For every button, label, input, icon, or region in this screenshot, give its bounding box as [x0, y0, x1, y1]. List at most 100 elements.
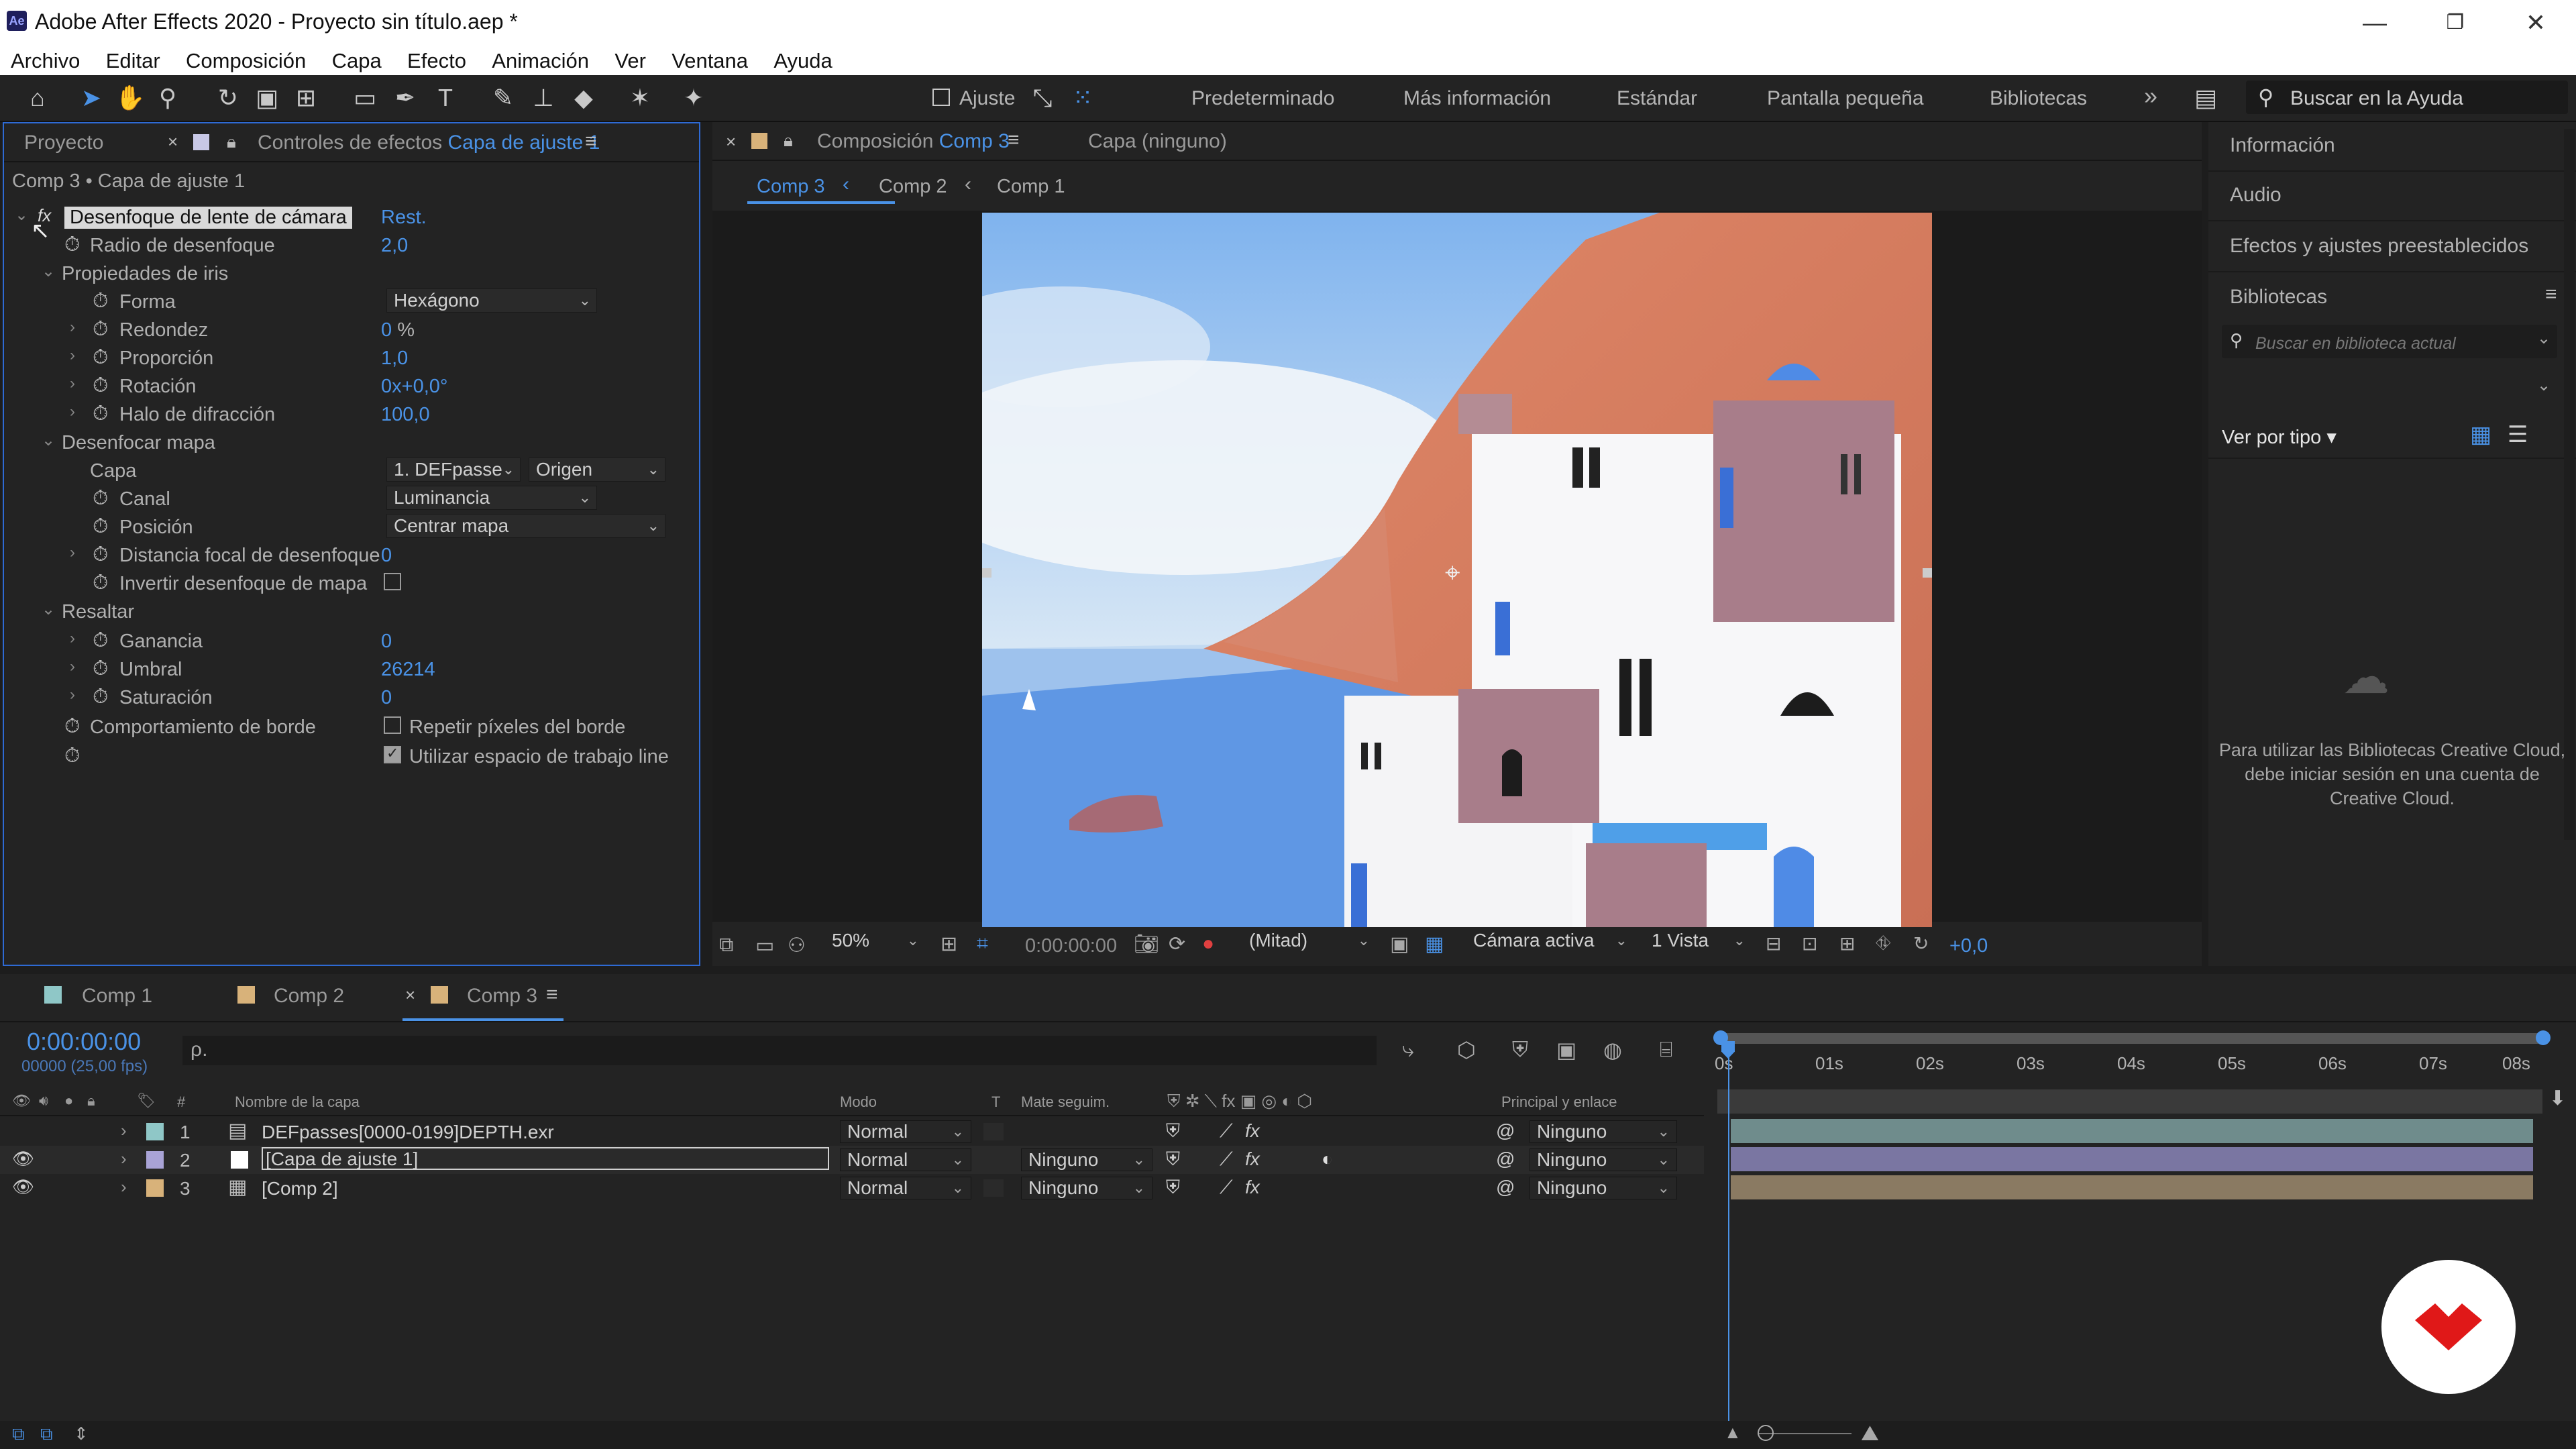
views-dropdown[interactable]: 1 Vista ⌄ — [1645, 930, 1752, 953]
eye-icon[interactable]: 👁︎ — [12, 1148, 34, 1169]
stretch-toggle-icon[interactable]: ⇕ — [74, 1424, 89, 1444]
type-tool-icon[interactable]: T — [429, 82, 462, 114]
quality-icon[interactable]: ⟋ — [1220, 1177, 1233, 1199]
chevron-down-icon[interactable]: ⌄ — [2537, 329, 2551, 348]
invertir-checkbox[interactable] — [384, 573, 401, 590]
capa-dropdown[interactable]: 1. DEFpasse ⌄ — [386, 458, 521, 482]
stopwatch-icon[interactable]: ⏱ — [93, 402, 108, 425]
prop-resaltar-row[interactable]: ⌄ Resaltar — [4, 597, 675, 625]
selection-tool-icon[interactable]: ➤ — [75, 82, 107, 114]
color-channels-icon[interactable]: ● — [1202, 932, 1214, 955]
preserve-transparency-toggle[interactable] — [983, 1151, 1004, 1169]
panel-menu-icon[interactable]: ≡ — [1008, 129, 1020, 152]
workspace-mas-informacion[interactable]: Más información — [1403, 87, 1551, 110]
solo-icon[interactable]: ● — [64, 1092, 73, 1110]
panel-menu-icon[interactable]: ≡ — [585, 130, 597, 153]
time-ruler[interactable]: 0s 01s 02s 03s 04s 05s 06s 07s 08s — [1715, 974, 2549, 1088]
capa-source-dropdown[interactable]: Origen ⌄ — [529, 458, 665, 482]
pickwhip-icon[interactable]: @ — [1496, 1148, 1515, 1170]
shy-layers-icon[interactable]: ⛨ — [1512, 1037, 1528, 1063]
pen-tool-icon[interactable]: ✒ — [389, 82, 421, 114]
transform-handle[interactable] — [1923, 568, 1932, 578]
tab-comp1[interactable]: Comp 1 — [82, 985, 152, 1008]
mode-dropdown[interactable]: Normal ⌄ — [840, 1120, 971, 1143]
panel-efectos[interactable]: Efectos y ajustes preestablecidos — [2208, 223, 2576, 272]
transparency-grid-icon[interactable]: ▦ — [1425, 932, 1444, 956]
effect-header-row[interactable]: ⌄ fx Desenfoque de lente de cámara Rest. — [4, 203, 675, 231]
stopwatch-icon[interactable]: ⏱ — [93, 318, 108, 341]
forma-dropdown[interactable]: Hexágono ⌄ — [386, 288, 597, 313]
lock-icon[interactable]: 🔒︎ — [87, 1092, 95, 1110]
shy-icon[interactable]: ⛨ — [1166, 1177, 1180, 1199]
view-by-dropdown[interactable]: Ver por tipo ▾ — [2222, 425, 2337, 449]
expand-chevron-icon[interactable]: › — [70, 402, 75, 421]
tab-comp2[interactable]: Comp 2 — [274, 985, 344, 1008]
parent-dropdown[interactable]: Ninguno ⌄ — [1529, 1120, 1677, 1143]
timeline-timecode[interactable]: 0:00:00:00 — [27, 1028, 141, 1056]
adjustment-switch-icon[interactable]: ◐ — [1322, 1148, 1333, 1170]
expand-chevron-icon[interactable]: › — [121, 1177, 127, 1197]
proporcion-value[interactable]: 1,0 — [381, 347, 408, 370]
saturacion-value[interactable]: 0 — [381, 687, 392, 709]
layer-row-1[interactable]: › 1 ▤ DEFpasses[0000-0199]DEPTH.exr Norm… — [0, 1118, 1704, 1146]
workspace-predeterminado[interactable]: Predeterminado — [1191, 87, 1334, 110]
prop-iris-row[interactable]: ⌄ Propiedades de iris — [4, 259, 675, 287]
menu-composicion[interactable]: Composición — [186, 47, 306, 75]
panel-audio[interactable]: Audio — [2208, 172, 2576, 221]
expand-chevron-icon[interactable]: › — [70, 318, 75, 337]
stopwatch-icon[interactable]: ⏱ — [93, 515, 108, 538]
toggle-pixel-aspect-icon[interactable]: ⊟ — [1766, 932, 1781, 955]
shy-icon[interactable]: ⛨ — [1166, 1148, 1180, 1171]
workspace-pantalla-pequena[interactable]: Pantalla pequeña — [1767, 87, 1924, 110]
help-search-field[interactable]: ⚲ Buscar en la Ayuda — [2246, 80, 2568, 114]
graph-editor-icon[interactable]: ⌸ — [1660, 1037, 1672, 1063]
rectangle-tool-icon[interactable]: ▭ — [349, 82, 381, 114]
matte-dropdown[interactable]: Ninguno ⌄ — [1021, 1148, 1152, 1171]
quality-icon[interactable]: ⟋ — [1220, 1148, 1233, 1171]
parent-dropdown[interactable]: Ninguno ⌄ — [1529, 1177, 1677, 1199]
library-select[interactable]: ⌄ — [2222, 374, 2557, 401]
pan-behind-tool-icon[interactable]: ⊞ — [290, 82, 322, 114]
matte-dropdown[interactable]: Ninguno ⌄ — [1021, 1177, 1152, 1199]
modes-toggle-icon[interactable]: ⧉ — [40, 1424, 53, 1445]
stopwatch-icon[interactable]: ⏱ — [93, 543, 108, 566]
layer-bar-1[interactable] — [1731, 1119, 2533, 1143]
anchor-point-icon[interactable]: ⌖ — [1445, 558, 1460, 588]
stopwatch-icon[interactable]: ⏱ — [93, 487, 108, 510]
redondez-value[interactable]: 0 % — [381, 319, 415, 341]
pickwhip-icon[interactable]: @ — [1496, 1120, 1515, 1142]
panel-menu-icon[interactable]: ≡ — [2545, 283, 2557, 306]
fx-switch-icon[interactable]: fx — [1245, 1148, 1260, 1170]
eraser-tool-icon[interactable]: ◆ — [568, 82, 600, 114]
rotacion-value[interactable]: 0x+0,0° — [381, 376, 448, 398]
menu-editar[interactable]: Editar — [106, 47, 160, 75]
panel-bibliotecas[interactable]: Bibliotecas ≡ — [2208, 274, 2576, 322]
reset-link[interactable]: Rest. — [381, 207, 427, 229]
expand-chevron-icon[interactable]: › — [70, 686, 75, 704]
tab-project[interactable]: Proyecto — [24, 131, 103, 154]
menu-capa[interactable]: Capa — [332, 47, 382, 75]
quality-icon[interactable]: ⟋ — [1220, 1120, 1233, 1142]
tab-composition[interactable]: Composición Comp 3 — [817, 130, 1010, 153]
expand-chevron-icon[interactable]: ⌄ — [42, 600, 55, 619]
panel-informacion[interactable]: Información — [2208, 122, 2576, 172]
layer-bar-2[interactable] — [1731, 1147, 2533, 1171]
list-view-icon[interactable]: ☰ — [2508, 421, 2528, 448]
current-time[interactable]: 0:00:00:00 — [1025, 935, 1117, 957]
zoom-tool-icon[interactable]: ⚲ — [152, 82, 184, 114]
menu-ventana[interactable]: Ventana — [672, 47, 748, 75]
show-snapshot-icon[interactable]: ⟳ — [1169, 932, 1185, 956]
layer-label-color[interactable] — [146, 1151, 164, 1169]
audio-icon[interactable]: 🔊︎ — [39, 1092, 48, 1110]
layer-name[interactable]: [Comp 2] — [262, 1178, 338, 1199]
posicion-dropdown[interactable]: Centrar mapa ⌄ — [386, 514, 665, 538]
menu-animacion[interactable]: Animación — [492, 47, 589, 75]
expand-chevron-icon[interactable]: › — [70, 657, 75, 676]
breadcrumb-comp2[interactable]: Comp 2 — [879, 176, 947, 198]
close-tab-icon[interactable]: × — [168, 131, 178, 152]
scrollbar[interactable] — [2564, 129, 2575, 840]
camera-tool-icon[interactable]: ▣ — [251, 82, 283, 114]
frame-blending-icon[interactable]: ▣ — [1556, 1037, 1576, 1063]
minimize-icon[interactable]: — — [2348, 4, 2402, 42]
camera-dropdown[interactable]: Cámara activa ⌄ — [1466, 930, 1634, 953]
